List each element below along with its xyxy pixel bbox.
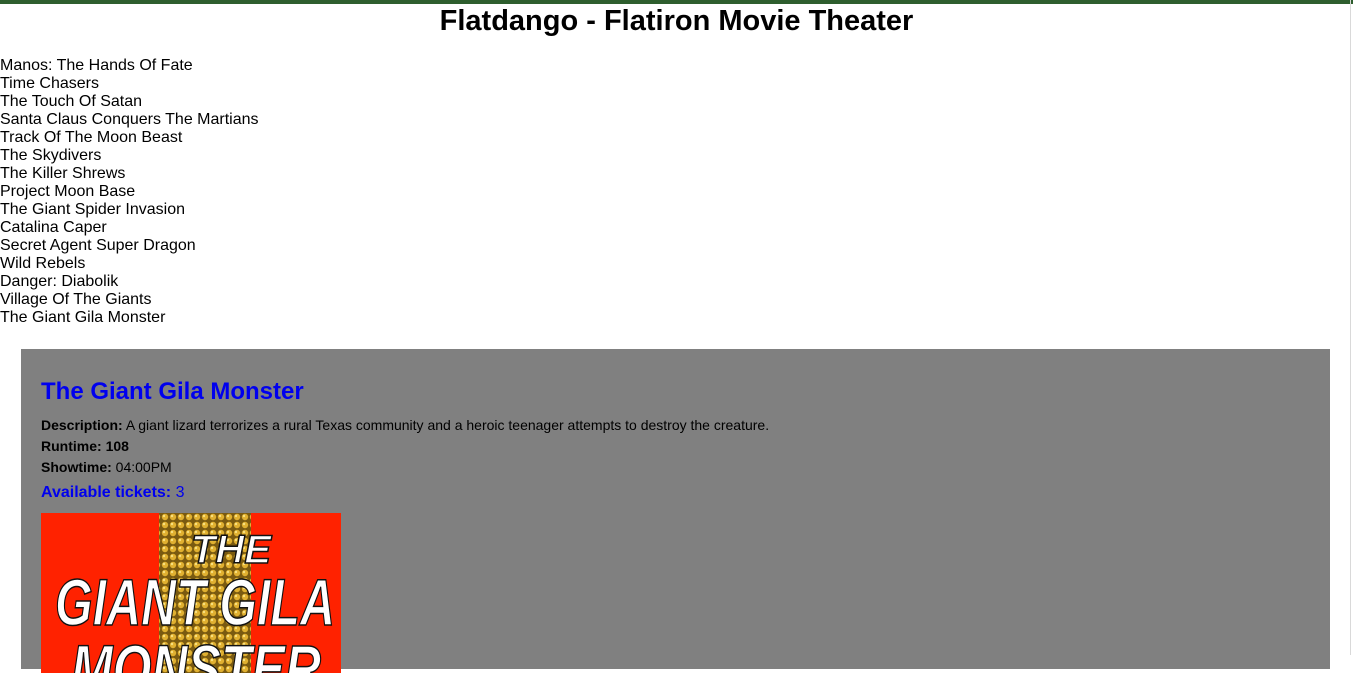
poster-artwork: THE GIANT GILA MONSTER [41, 513, 341, 673]
film-list-item[interactable]: Secret Agent Super Dragon [0, 237, 259, 255]
film-list-item[interactable]: The Killer Shrews [0, 165, 259, 183]
film-list-item[interactable]: Santa Claus Conquers The Martians [0, 111, 259, 129]
film-list-item[interactable]: Time Chasers [0, 75, 259, 93]
film-list: Manos: The Hands Of Fate Time Chasers Th… [0, 57, 259, 327]
description-text: A giant lizard terrorizes a rural Texas … [125, 417, 770, 433]
film-list-item[interactable]: Wild Rebels [0, 255, 259, 273]
film-list-item[interactable]: Danger: Diabolik [0, 273, 259, 291]
film-list-item[interactable]: The Touch Of Satan [0, 93, 259, 111]
film-list-item[interactable]: The Giant Spider Invasion [0, 201, 259, 219]
film-list-item[interactable]: The Giant Gila Monster [0, 309, 259, 327]
runtime-value: 108 [105, 438, 129, 454]
film-list-item[interactable]: Village Of The Giants [0, 291, 259, 309]
film-details-title: The Giant Gila Monster [41, 378, 304, 405]
poster-text-line2: GIANT GILA [55, 565, 335, 639]
tickets-count: 3 [175, 484, 185, 501]
page-title: Flatdango - Flatiron Movie Theater [439, 5, 914, 37]
poster-text-line3: MONSTER [71, 631, 321, 673]
film-list-item[interactable]: Catalina Caper [0, 219, 259, 237]
film-list-item[interactable]: Project Moon Base [0, 183, 259, 201]
showtime-value: 04:00PM [115, 459, 172, 475]
description-label: Description: [41, 417, 123, 433]
film-list-item[interactable]: Track Of The Moon Beast [0, 129, 259, 147]
available-tickets: Available tickets: 3 [41, 483, 185, 503]
film-runtime: Runtime: 108 [41, 437, 129, 455]
film-poster-image: THE GIANT GILA MONSTER [41, 513, 341, 673]
film-description: Description: A giant lizard terrorizes a… [41, 416, 769, 434]
runtime-label: Runtime: [41, 438, 102, 454]
film-details-card: The Giant Gila Monster Description: A gi… [21, 349, 1330, 673]
film-showtime: Showtime: 04:00PM [41, 458, 172, 476]
film-list-item[interactable]: The Skydivers [0, 147, 259, 165]
tickets-label: Available tickets: [41, 484, 172, 501]
film-list-item[interactable]: Manos: The Hands Of Fate [0, 57, 259, 75]
page-edge-divider [1350, 0, 1351, 655]
showtime-label: Showtime: [41, 459, 112, 475]
